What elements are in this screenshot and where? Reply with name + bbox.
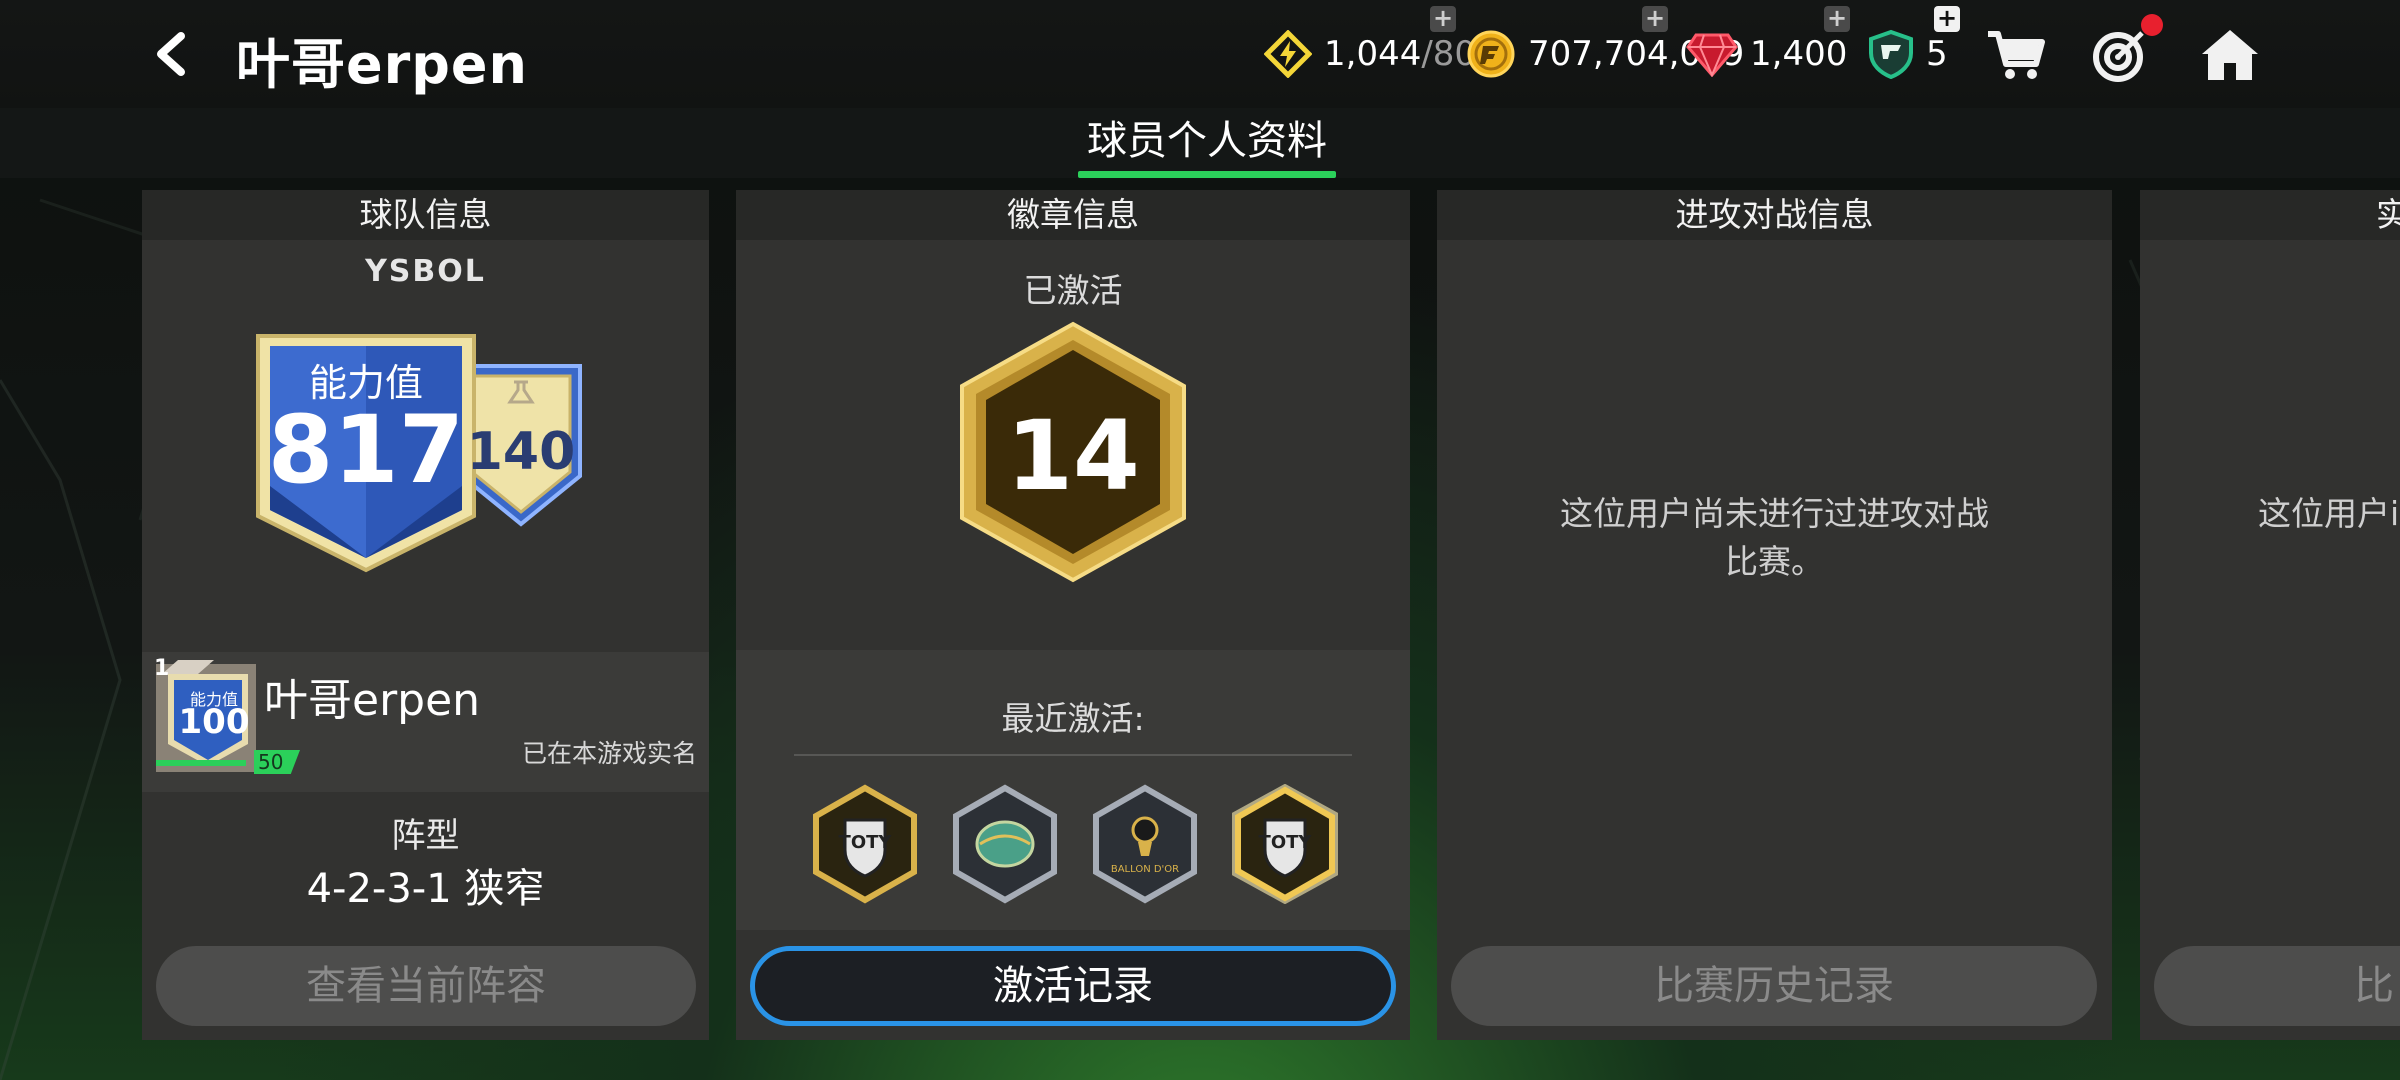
badge-info-panel: 徽章信息 已激活 14 最近激活: TOTY BALLON D'OR TOTY … [736,190,1410,1040]
no-attack-line1: 这位用户尚未进行过进攻对战 [1560,494,1989,533]
gem-add-button[interactable]: + [1824,6,1850,32]
formation-label: 阵型 [391,816,460,856]
activated-label: 已激活 [1023,271,1123,310]
recent-badges-area: 最近激活: TOTY BALLON D'OR TOTY [736,650,1410,930]
home-button[interactable] [2198,26,2262,84]
team-name: YSBOL [365,254,486,289]
player-name: 叶哥erpen [264,675,481,726]
top-bar: 叶哥erpen 1,044/80 + 707,704,079 + 1,400 + [0,0,2400,108]
energy-value: 1,044 [1324,34,1422,74]
gem-value: 1,400 [1750,34,1848,74]
toty-badge-icon[interactable]: TOTY [810,784,920,904]
divider [794,754,1352,756]
toty-text-1: TOTY [839,832,893,853]
shop-button[interactable] [1984,26,2048,84]
no-attack-line2: 比赛。 [1725,542,1824,581]
ballon-dor-text: BALLON D'OR [1111,864,1179,875]
tab-player-profile[interactable]: 球员个人资料 [1078,108,1336,178]
ticket-value: 5 [1926,34,1948,74]
coin-add-button[interactable]: + [1642,6,1668,32]
activation-history-button[interactable]: 激活记录 [750,946,1396,1026]
home-icon [2202,30,2258,80]
verified-status: 已在本游戏实名 [521,739,697,768]
fourth-panel-heading: 实 [2140,190,2400,240]
planet-badge-icon[interactable] [950,784,1060,904]
toty-text-2: TOTY [1259,832,1313,853]
badge-count: 14 [1006,400,1140,512]
player-row[interactable]: 1 能力值 100 50 叶哥erpen 已在本游戏实名 [142,652,709,792]
notification-dot [2141,14,2163,36]
sub-header: 球员个人资料 [0,108,2400,178]
ballon-dor-badge-icon[interactable]: BALLON D'OR [1090,784,1200,904]
ovr-value: 817 [267,396,465,505]
fourth-panel-message: 这位用户i [2258,494,2400,533]
player-rank: 1 [154,656,170,681]
formation-value: 4-2-3-1 狭窄 [306,866,545,912]
recent-label: 最近激活: [1001,699,1145,738]
page-title: 叶哥erpen [236,33,528,96]
attack-info-heading: 进攻对战信息 [1437,190,2112,240]
back-icon [157,32,185,76]
player-level: 50 [254,750,300,774]
team-info-heading: 球队信息 [142,190,709,240]
player-card-value: 100 [178,702,250,742]
cart-icon [1988,31,2045,79]
ticket-counter[interactable]: 5 [1868,26,1948,82]
no-attack-message: 这位用户尚未进行过进攻对战 比赛。 [1437,490,2112,586]
bonus-value: 140 [466,422,576,482]
team-info-panel: 球队信息 YSBOL 能力值 817 140 1 能力值 100 50 叶哥er… [142,190,709,1040]
gem-counter[interactable]: 1,400 [1686,26,1847,82]
energy-icon [1264,30,1312,78]
match-history-button[interactable]: 比赛历史记录 [1451,946,2097,1026]
fourth-panel-button[interactable]: 比 [2154,946,2400,1026]
fourth-panel: 实 这位用户i 比 [2140,190,2400,1040]
toty-badge-glow-icon[interactable]: TOTY [1230,784,1340,904]
gem-icon [1686,33,1738,77]
back-button[interactable] [148,30,192,78]
ticket-shield-icon [1869,29,1913,79]
energy-counter[interactable]: 1,044/80 [1264,26,1476,82]
objectives-button[interactable] [2088,26,2152,84]
fc-coin-icon [1467,30,1515,78]
ticket-add-button[interactable]: + [1934,6,1960,32]
target-icon [2093,31,2144,82]
energy-add-button[interactable]: + [1430,6,1456,32]
view-squad-button[interactable]: 查看当前阵容 [156,946,696,1026]
badge-info-heading: 徽章信息 [736,190,1410,240]
attack-info-panel: 进攻对战信息 这位用户尚未进行过进攻对战 比赛。 比赛历史记录 [1437,190,2112,1040]
